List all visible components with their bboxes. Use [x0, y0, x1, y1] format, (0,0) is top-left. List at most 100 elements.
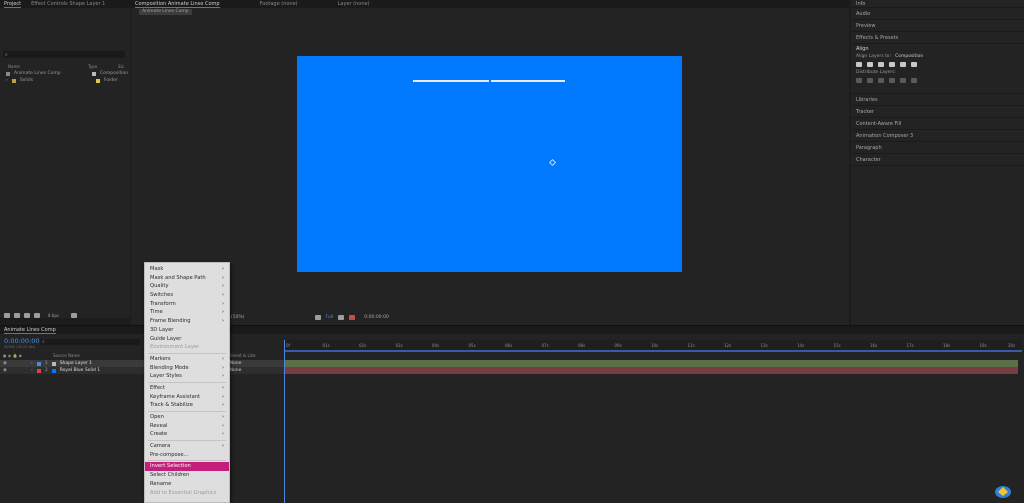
- panel-paragraph[interactable]: Paragraph: [851, 142, 1024, 154]
- menu-item-select-children[interactable]: Select Children: [145, 471, 229, 480]
- submenu-arrow-icon: ›: [221, 384, 224, 391]
- menu-item-markers[interactable]: Markers ›: [145, 355, 229, 364]
- zoom-dropdown[interactable]: (50%): [231, 315, 245, 320]
- timeline-search[interactable]: ⌕: [40, 339, 140, 345]
- snapshot-icon[interactable]: [314, 314, 321, 320]
- composition-canvas[interactable]: [297, 56, 682, 272]
- header-size[interactable]: Siz: [118, 64, 124, 69]
- panel-content-aware-fill[interactable]: Content-Aware Fill: [851, 118, 1024, 130]
- distribute-hcenter-icon[interactable]: [900, 78, 906, 83]
- menu-item-rename[interactable]: Rename: [145, 480, 229, 489]
- menu-item-pre-compose[interactable]: Pre-compose...: [145, 451, 229, 460]
- menu-item-label: Create: [150, 431, 168, 438]
- distribute-vcenter-icon[interactable]: [867, 78, 873, 83]
- header-name[interactable]: Name: [8, 64, 88, 69]
- menu-item-frame-blending[interactable]: Frame Blending ›: [145, 317, 229, 326]
- panel-libraries[interactable]: Libraries: [851, 94, 1024, 106]
- distribute-top-icon[interactable]: [856, 78, 862, 83]
- camera-icon[interactable]: [338, 314, 345, 320]
- table-row[interactable]: ◉ › 1 Shape Layer 1 None: [0, 360, 284, 367]
- list-item[interactable]: Animate Lines Comp Composition: [0, 70, 130, 77]
- tab-footage[interactable]: Footage (none): [260, 1, 298, 7]
- align-bottom-icon[interactable]: [911, 62, 917, 67]
- menu-item-track-stabilize[interactable]: Track & Stabilize ›: [145, 401, 229, 410]
- column-parent-link[interactable]: Parent & Link: [229, 353, 256, 358]
- list-item[interactable]: › Solids Folder: [0, 77, 130, 84]
- ruler-tick-label: 19s: [979, 343, 987, 348]
- menu-item-quality[interactable]: Quality ›: [145, 282, 229, 291]
- menu-item-transform[interactable]: Transform ›: [145, 300, 229, 309]
- parent-dropdown[interactable]: None: [230, 361, 242, 366]
- ruler-tick-label: 0f: [286, 343, 290, 348]
- align-right-icon[interactable]: [878, 62, 884, 67]
- align-to-dropdown[interactable]: Composition: [895, 54, 923, 59]
- menu-item-invert-selection[interactable]: Invert Selection: [145, 462, 229, 472]
- menu-item-blending-mode[interactable]: Blending Mode ›: [145, 364, 229, 373]
- parent-dropdown[interactable]: None: [230, 368, 242, 373]
- layer-bar-shape[interactable]: [285, 360, 1018, 367]
- align-top-icon[interactable]: [889, 62, 895, 67]
- quality-dropdown[interactable]: Full: [326, 315, 334, 320]
- panel-info[interactable]: Info: [851, 0, 1024, 8]
- label-color[interactable]: [36, 361, 41, 366]
- menu-item-create[interactable]: Create ›: [145, 430, 229, 439]
- align-buttons: [856, 62, 1024, 67]
- comp-flowchart-label[interactable]: Animate Lines Comp: [139, 9, 192, 15]
- tab-timeline-comp[interactable]: Animate Lines Comp: [4, 327, 56, 334]
- menu-item-keyframe-assistant[interactable]: Keyframe Assistant ›: [145, 393, 229, 402]
- panel-animation-composer[interactable]: Animation Composer 3: [851, 130, 1024, 142]
- new-folder-icon[interactable]: [14, 312, 20, 318]
- menu-item-effect[interactable]: Effect ›: [145, 384, 229, 393]
- menu-item-time[interactable]: Time ›: [145, 308, 229, 317]
- menu-item-reveal[interactable]: Reveal ›: [145, 422, 229, 431]
- panel-character[interactable]: Character: [851, 154, 1024, 166]
- layer-bar-solid[interactable]: [285, 367, 1018, 374]
- panel-audio[interactable]: Audio: [851, 8, 1024, 20]
- tab-effect-controls[interactable]: Effect Controls Shape Layer 1: [31, 1, 105, 7]
- timeline-timecode[interactable]: 0:00:00:00: [4, 337, 40, 345]
- align-left-icon[interactable]: [856, 62, 862, 67]
- trash-icon[interactable]: [71, 312, 78, 318]
- menu-item-mask[interactable]: Mask ›: [145, 265, 229, 274]
- anchor-point-icon[interactable]: [548, 158, 557, 167]
- tab-composition[interactable]: Composition Animate Lines Comp: [135, 1, 220, 8]
- ruler-tick-label: 06s: [505, 343, 513, 348]
- color-icon[interactable]: [349, 314, 356, 320]
- panel-tracker[interactable]: Tracker: [851, 106, 1024, 118]
- tab-layer[interactable]: Layer (none): [338, 1, 370, 7]
- menu-item-3d-layer[interactable]: 3D Layer: [145, 326, 229, 335]
- menu-item-mask-and-shape-path[interactable]: Mask and Shape Path ›: [145, 274, 229, 283]
- align-hcenter-icon[interactable]: [867, 62, 873, 67]
- align-vcenter-icon[interactable]: [900, 62, 906, 67]
- project-headers: Name Type Siz: [0, 63, 130, 69]
- table-row[interactable]: ◉ › 2 Royal Blue Solid 1 None: [0, 367, 284, 374]
- work-area-bar[interactable]: [284, 350, 1022, 352]
- context-menu: Mask › Mask and Shape Path › Quality › Switche…: [144, 262, 230, 503]
- color-depth-icon[interactable]: [34, 312, 40, 318]
- time-ruler[interactable]: 0f 01s 02s 03s 04s 05s 06s 07s 08s 09s 10s 11s 12s 13…: [284, 340, 1022, 352]
- panel-effects-presets[interactable]: Effects & Presets: [851, 32, 1024, 44]
- distribute-bottom-icon[interactable]: [878, 78, 884, 83]
- project-search[interactable]: ⌕: [3, 51, 125, 58]
- menu-item-guide-layer[interactable]: Guide Layer: [145, 335, 229, 344]
- label-color[interactable]: [36, 368, 41, 373]
- new-composition-icon[interactable]: [24, 312, 30, 318]
- eye-icon[interactable]: ◉: [3, 368, 11, 373]
- menu-item-layer-styles[interactable]: Layer Styles ›: [145, 372, 229, 381]
- header-type[interactable]: Type: [88, 64, 118, 69]
- distribute-left-icon[interactable]: [889, 78, 895, 83]
- menu-item-switches[interactable]: Switches ›: [145, 291, 229, 300]
- interpret-footage-icon[interactable]: [4, 312, 10, 318]
- viewer-timecode[interactable]: 0:00:00:00: [364, 315, 389, 320]
- distribute-buttons: [856, 78, 1024, 83]
- chevron-right-icon[interactable]: ›: [31, 368, 33, 373]
- panel-preview[interactable]: Preview: [851, 20, 1024, 32]
- tab-project[interactable]: Project: [4, 1, 22, 8]
- animated-line-left: [413, 80, 489, 82]
- menu-item-open[interactable]: Open ›: [145, 413, 229, 422]
- menu-item-camera[interactable]: Camera ›: [145, 442, 229, 451]
- label-color: [95, 78, 100, 83]
- distribute-right-icon[interactable]: [911, 78, 917, 83]
- chevron-right-icon[interactable]: ›: [31, 361, 33, 366]
- eye-icon[interactable]: ◉: [3, 361, 11, 366]
